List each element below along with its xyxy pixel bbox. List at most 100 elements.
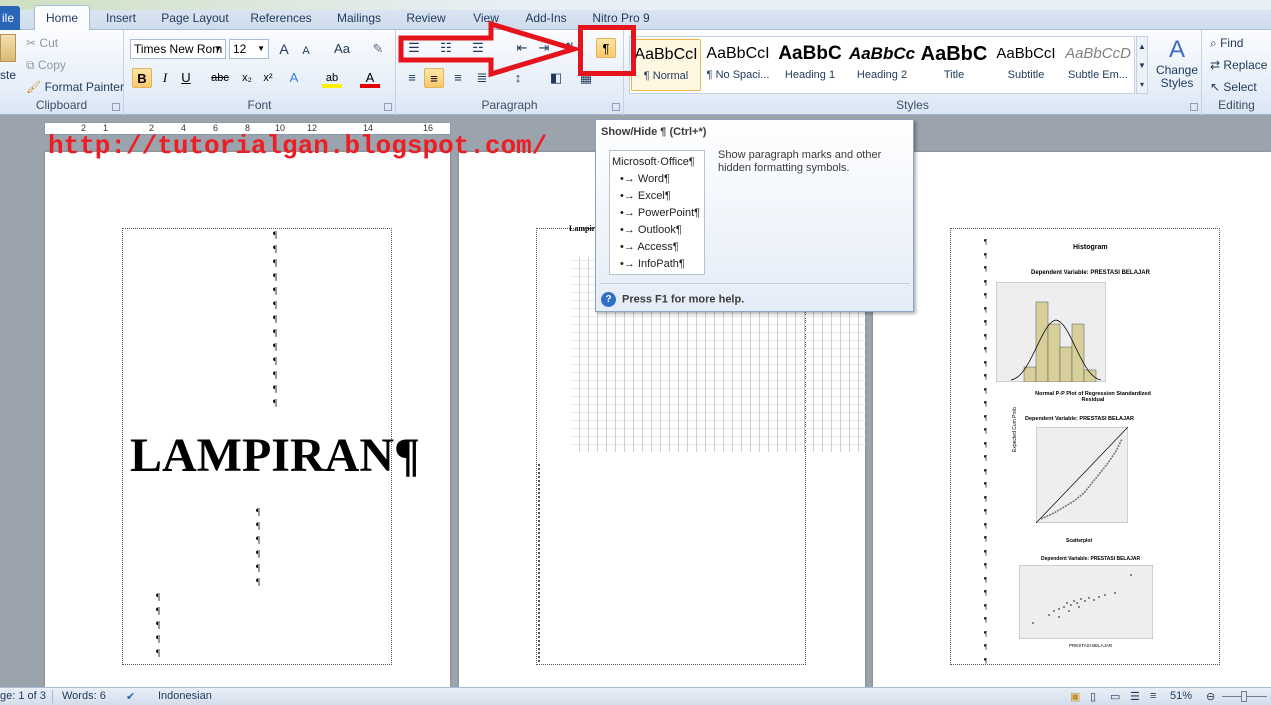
find-label: Find	[1220, 36, 1244, 50]
change-styles-button[interactable]: A Change Styles	[1154, 36, 1200, 90]
cursor-icon: ↖	[1210, 80, 1221, 94]
print-layout-icon[interactable]: ▣	[1070, 690, 1080, 703]
tab-arrow-icon: •→	[620, 241, 638, 253]
style-normal[interactable]: AaBbCcI ¶ Normal	[631, 39, 701, 91]
style-preview: AaBbCc	[848, 44, 916, 63]
zoom-level[interactable]: 51%	[1170, 690, 1192, 702]
style-name: Heading 1	[784, 69, 836, 81]
cut-button[interactable]: ✂ Cut	[26, 35, 58, 51]
help-icon: ?	[601, 292, 616, 307]
histogram-title: Histogram	[1073, 244, 1108, 251]
editing-group-label: Editing	[1218, 98, 1255, 112]
font-name-box[interactable]: Times New Rom ▼	[130, 39, 226, 59]
scatter-title: Scatterplot	[1066, 538, 1093, 544]
superscript-button[interactable]: x²	[258, 68, 278, 88]
style-title[interactable]: AaBbC Title	[919, 39, 989, 91]
tab-file[interactable]: ile	[0, 6, 20, 30]
annotation-arrow	[398, 20, 583, 78]
italic-button[interactable]: I	[155, 68, 175, 88]
clipboard-dialog-launcher[interactable]	[112, 103, 120, 111]
style-preview: AaBbC	[778, 43, 842, 64]
style-name: Subtitle	[1007, 69, 1045, 81]
font-color-button[interactable]: A	[360, 68, 380, 88]
tab-page-layout[interactable]: Page Layout	[156, 8, 234, 30]
scatter-subtitle: Dependent Variable: PRESTASI BELAJAR	[1041, 556, 1141, 562]
copy-button[interactable]: ⧉ Copy	[26, 57, 66, 73]
zoom-slider-thumb[interactable]	[1241, 691, 1247, 702]
tooltip-description: Show paragraph marks and other hidden fo…	[718, 149, 882, 174]
proofing-icon[interactable]: ✔	[126, 690, 135, 703]
find-button[interactable]: ⌕ Find	[1210, 35, 1243, 51]
chevron-down-icon: ▼	[214, 44, 222, 53]
clear-formatting-icon[interactable]: ✎	[368, 39, 388, 59]
tab-insert[interactable]: Insert	[98, 8, 144, 30]
zoom-out-icon[interactable]: ⊖	[1206, 690, 1215, 703]
web-layout-icon[interactable]: ▭	[1110, 690, 1120, 703]
outline-icon[interactable]: ☰	[1130, 690, 1140, 703]
style-heading-2[interactable]: AaBbCc Heading 2	[847, 39, 917, 91]
style-name: ¶ Normal	[643, 70, 689, 82]
tab-mailings[interactable]: Mailings	[330, 8, 388, 30]
page-3[interactable]: ¶ ¶ ¶ ¶ ¶ ¶ ¶ ¶ ¶ ¶ ¶ ¶ ¶ ¶ ¶ ¶ ¶ ¶ ¶ ¶ ¶ ¶ ¶ ¶ ¶ ¶ ¶ ¶ ¶ ¶ ¶ ¶ Histogr…	[873, 152, 1271, 687]
pp-plot-title: Normal P-P Plot of Regression Standardiz…	[1035, 391, 1151, 403]
style-heading-1[interactable]: AaBbC Heading 1	[775, 39, 845, 91]
lampiran-heading: LAMPIRAN¶	[130, 429, 420, 482]
tooltip-help: ? Press F1 for more help.	[601, 292, 744, 307]
paste-button-label[interactable]: ste	[0, 68, 16, 82]
style-name: Subtle Em...	[1068, 69, 1128, 81]
tooltip-preview: Microsoft·Office¶ •→ Word¶ •→ Excel¶ •→ …	[609, 150, 705, 275]
page-1[interactable]	[45, 152, 450, 687]
style-no-spacing[interactable]: AaBbCcI ¶ No Spaci...	[703, 39, 773, 91]
preview-item: •→ InfoPath¶	[612, 256, 704, 273]
strikethrough-button[interactable]: abc	[208, 68, 232, 88]
bold-button[interactable]: B	[132, 68, 152, 88]
subscript-button[interactable]: x₂	[237, 68, 257, 88]
draft-icon[interactable]: ≡	[1150, 690, 1156, 702]
page-count[interactable]: ge: 1 of 3	[0, 690, 46, 702]
style-subtitle[interactable]: AaBbCcI Subtitle	[991, 39, 1061, 91]
format-painter-button[interactable]: 🖌 Format Painter	[26, 79, 124, 95]
styles-group: AaBbCcI ¶ Normal AaBbCcI ¶ No Spaci... AaB…	[624, 30, 1202, 115]
paragraph-dialog-launcher[interactable]	[612, 103, 620, 111]
text-effects-icon[interactable]: A	[284, 68, 304, 88]
select-button[interactable]: ↖ Select	[1210, 79, 1257, 95]
scatter-xlabel: PRESTASI BELAJAR	[1069, 643, 1113, 648]
table-edge	[538, 462, 540, 662]
tab-home[interactable]: Home	[34, 5, 90, 31]
replace-button[interactable]: ⇄ Replace	[1210, 57, 1267, 73]
font-size-box[interactable]: 12 ▼	[229, 39, 269, 59]
tab-arrow-icon: •→	[620, 207, 638, 219]
highlight-button[interactable]: ab	[322, 68, 342, 88]
preview-line: Outlook¶	[637, 224, 682, 236]
language[interactable]: Indonesian	[158, 690, 212, 702]
preview-item: •→ Word¶	[612, 171, 704, 188]
brush-icon: 🖌	[26, 80, 42, 94]
cut-label: Cut	[39, 36, 59, 50]
arrow-shape	[398, 20, 583, 78]
word-count[interactable]: Words: 6	[62, 690, 106, 702]
tooltip-title: Show/Hide ¶ (Ctrl+*)	[601, 126, 707, 138]
grow-font-button[interactable]: A	[274, 39, 294, 59]
replace-icon: ⇄	[1210, 58, 1221, 72]
paste-icon[interactable]	[0, 34, 16, 62]
full-screen-icon[interactable]: ▯	[1090, 690, 1096, 703]
paragraph-marks: ¶ ¶ ¶ ¶ ¶ ¶ ¶ ¶ ¶ ¶ ¶ ¶ ¶	[273, 230, 278, 408]
divider	[52, 690, 53, 703]
underline-button[interactable]: U	[176, 68, 196, 88]
font-dialog-launcher[interactable]	[384, 103, 392, 111]
paragraph-marks: ¶ ¶ ¶ ¶ ¶ ¶	[256, 507, 261, 587]
gallery-scroll[interactable]: ▲ ▼ ▾	[1136, 36, 1148, 94]
font-name-value: Times New Rom	[134, 42, 223, 56]
shrink-font-button[interactable]: A	[296, 41, 316, 61]
tab-arrow-icon: •→	[620, 190, 638, 202]
styles-dialog-launcher[interactable]	[1190, 103, 1198, 111]
binoculars-icon: ⌕	[1210, 36, 1217, 50]
tab-references[interactable]: References	[246, 8, 316, 30]
preview-item: •→ Excel¶	[612, 188, 704, 205]
preview-line: Word¶	[637, 173, 670, 185]
pp-plot-subtitle: Dependent Variable: PRESTASI BELAJAR	[1025, 416, 1135, 422]
chevron-down-icon: ▼	[257, 44, 265, 53]
style-subtle-emphasis[interactable]: AaBbCcD Subtle Em...	[1063, 39, 1133, 91]
font-group-label: Font	[247, 98, 272, 112]
change-case-button[interactable]: Aa	[328, 39, 356, 59]
